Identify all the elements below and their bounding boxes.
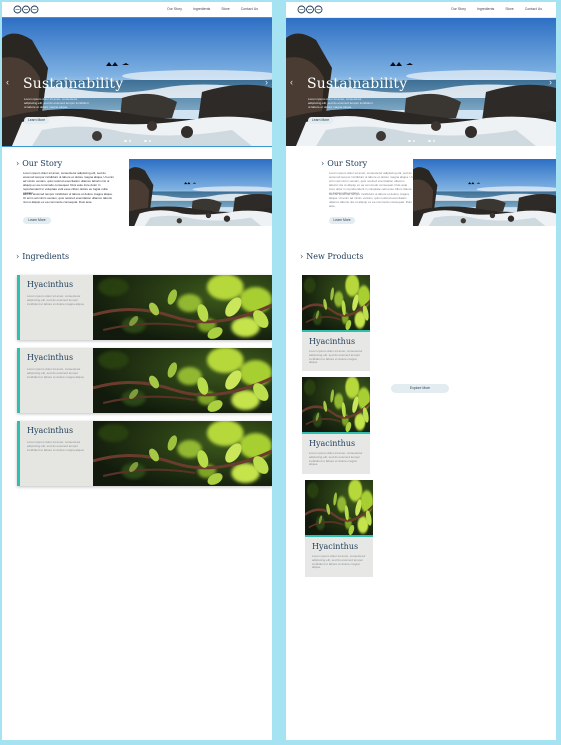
hero-learn-more-button[interactable]: Learn More bbox=[308, 117, 333, 124]
hero-body: Lorem ipsum dolor sit amet, consectetur … bbox=[308, 97, 373, 109]
top-nav: Our Story Ingredients Store Contact Us bbox=[2, 2, 272, 18]
ingredient-desc: Lorem ipsum dolor sit amet, consectetur … bbox=[27, 440, 85, 452]
product-name: Hyacinthus bbox=[309, 337, 356, 346]
top-nav: Our Story Ingredients Store Contact Us bbox=[286, 2, 556, 18]
ingredient-image bbox=[93, 421, 272, 486]
chevron-left-icon[interactable]: ‹ bbox=[290, 78, 293, 87]
chevron-right-icon: › bbox=[16, 159, 20, 168]
chevron-right-icon: › bbox=[321, 159, 325, 168]
our-story-learn-more-button[interactable]: Learn More bbox=[23, 217, 51, 224]
nav-link-contact-us[interactable]: Contact Us bbox=[525, 7, 542, 11]
card-accent-bar bbox=[302, 432, 370, 434]
product-image bbox=[302, 275, 370, 331]
our-story-heading: › Our Story bbox=[16, 159, 62, 168]
ingredient-name: Hyacinthus bbox=[27, 280, 74, 289]
chevron-right-icon[interactable]: › bbox=[265, 78, 268, 87]
chevron-left-icon[interactable]: ‹ bbox=[6, 78, 9, 87]
nav-link-store[interactable]: Store bbox=[505, 7, 513, 11]
explore-more-button[interactable]: Explore More bbox=[391, 384, 449, 393]
hero-title: Sustainability bbox=[307, 76, 408, 92]
our-story-title: Our Story bbox=[22, 159, 63, 168]
ingredients-heading: › Ingredients bbox=[16, 252, 69, 261]
our-story-heading: › Our Story bbox=[321, 159, 367, 168]
product-card[interactable]: Hyacinthus Lorem ipsum dolor sit amet, c… bbox=[302, 377, 370, 474]
new-products-heading: › New Products bbox=[300, 252, 363, 261]
hero-learn-more-button[interactable]: Learn More bbox=[24, 117, 49, 124]
our-story-title: Our Story bbox=[327, 159, 368, 168]
nav-link-contact-us[interactable]: Contact Us bbox=[241, 7, 258, 11]
hero-carousel: ‹ › Sustainability Lorem ipsum dolor sit… bbox=[2, 17, 272, 147]
nav-link-our-story[interactable]: Our Story bbox=[451, 7, 466, 11]
ingredient-name: Hyacinthus bbox=[27, 426, 74, 435]
product-desc: Lorem ipsum dolor sit amet, consectetur … bbox=[312, 554, 366, 570]
hero-title: Sustainability bbox=[23, 76, 124, 92]
artboard-home-ingredients: Our Story Ingredients Store Contact Us ‹… bbox=[2, 2, 272, 740]
ingredient-image bbox=[93, 275, 272, 340]
hero-carousel: ‹ › Sustainability Lorem ipsum dolor sit… bbox=[286, 18, 556, 146]
carousel-dots[interactable] bbox=[124, 140, 151, 142]
ingredients-title: Ingredients bbox=[22, 252, 70, 261]
ingredient-card[interactable]: Hyacinthus Lorem ipsum dolor sit amet, c… bbox=[17, 348, 272, 413]
ingredient-image bbox=[93, 348, 272, 413]
product-desc: Lorem ipsum dolor sit amet, consectetur … bbox=[309, 349, 363, 365]
hero-body: Lorem ipsum dolor sit amet, consectetur … bbox=[24, 97, 89, 109]
product-card[interactable]: Hyacinthus Lorem ipsum dolor sit amet, c… bbox=[305, 480, 373, 577]
logo-mark[interactable] bbox=[13, 5, 39, 14]
chevron-right-icon: › bbox=[16, 252, 20, 261]
logo-mark[interactable] bbox=[297, 5, 323, 14]
chevron-right-icon: › bbox=[300, 252, 304, 261]
carousel-dots[interactable] bbox=[408, 140, 435, 142]
our-story-para-2: sed do eiusmod tempor incididunt ut labo… bbox=[329, 192, 412, 208]
nav-link-ingredients[interactable]: Ingredients bbox=[193, 7, 210, 11]
ingredient-card[interactable]: Hyacinthus Lorem ipsum dolor sit amet, c… bbox=[17, 421, 272, 486]
our-story-image bbox=[129, 159, 272, 226]
chevron-right-icon[interactable]: › bbox=[549, 78, 552, 87]
card-accent-bar bbox=[302, 330, 370, 332]
nav-link-our-story[interactable]: Our Story bbox=[167, 7, 182, 11]
new-products-title: New Products bbox=[306, 252, 364, 261]
our-story-learn-more-button[interactable]: Learn More bbox=[329, 217, 355, 224]
product-desc: Lorem ipsum dolor sit amet, consectetur … bbox=[309, 451, 363, 467]
nav-link-store[interactable]: Store bbox=[221, 7, 229, 11]
nav-link-ingredients[interactable]: Ingredients bbox=[477, 7, 494, 11]
product-name: Hyacinthus bbox=[312, 542, 359, 551]
card-accent-bar bbox=[305, 535, 373, 537]
product-image bbox=[302, 377, 370, 433]
our-story-image bbox=[413, 159, 556, 226]
ingredient-name: Hyacinthus bbox=[27, 353, 74, 362]
product-card[interactable]: Hyacinthus Lorem ipsum dolor sit amet, c… bbox=[302, 275, 370, 371]
ingredient-desc: Lorem ipsum dolor sit amet, consectetur … bbox=[27, 294, 85, 306]
artboard-home-products: Our Story Ingredients Store Contact Us ‹… bbox=[286, 2, 556, 740]
product-name: Hyacinthus bbox=[309, 439, 356, 448]
our-story-para-2: sed do eiusmod tempor incididunt ut labo… bbox=[23, 192, 113, 204]
ingredient-card[interactable]: Hyacinthus Lorem ipsum dolor sit amet, c… bbox=[17, 275, 272, 340]
product-image bbox=[305, 480, 373, 536]
ingredient-desc: Lorem ipsum dolor sit amet, consectetur … bbox=[27, 367, 85, 379]
